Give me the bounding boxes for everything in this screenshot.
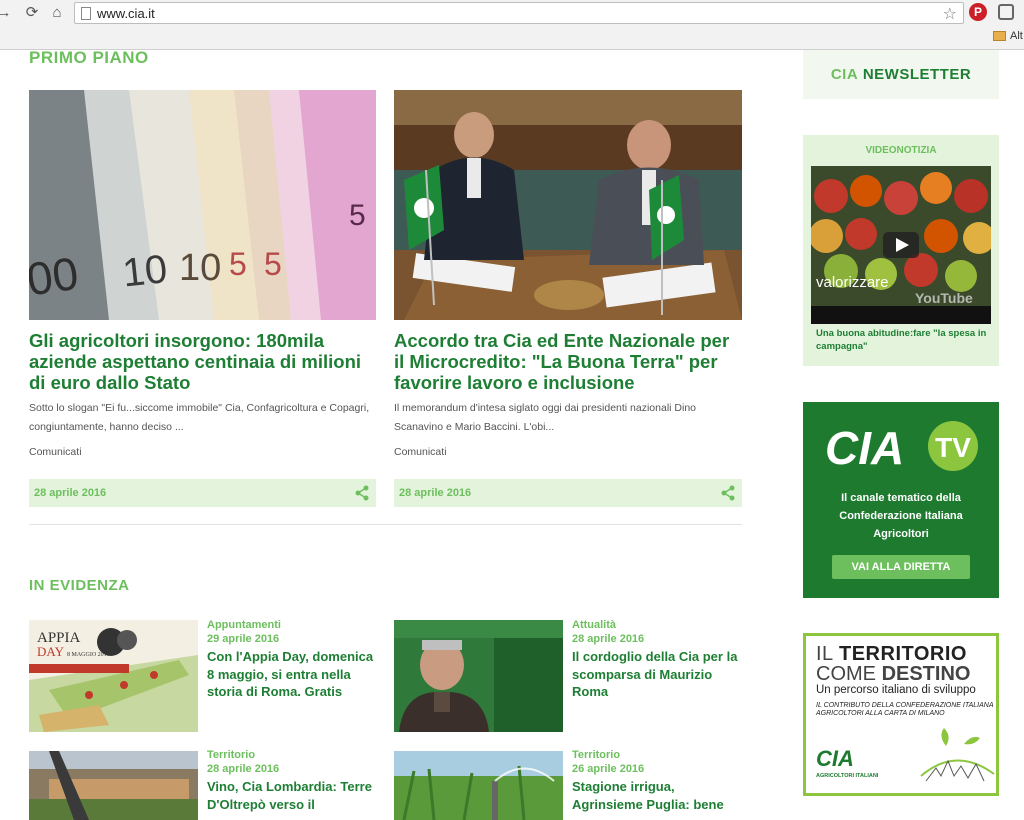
banner-line-2: COME DESTINO — [816, 664, 970, 684]
svg-text:10: 10 — [120, 247, 169, 295]
evidenza-category[interactable]: Appuntamenti — [207, 619, 281, 631]
share-icon[interactable] — [354, 485, 370, 501]
evidenza-date: 29 aprile 2016 — [207, 633, 280, 645]
reload-icon[interactable]: ⟳ — [22, 3, 42, 23]
banner-line-1: IL TERRITORIO — [816, 644, 967, 664]
cia-logo: CIA — [816, 746, 854, 771]
article-excerpt: Sotto lo slogan "Ei fu...siccome immobil… — [29, 402, 370, 433]
video-player[interactable]: valorizzare YouTube — [811, 166, 991, 324]
evidenza-title-appia-day[interactable]: Con l'Appia Day, domenica 8 maggio, si e… — [207, 648, 377, 701]
cia-tv-logo-text: CIA — [825, 422, 904, 474]
video-overlay-text: valorizzare — [816, 274, 889, 291]
svg-text:5: 5 — [229, 246, 247, 282]
article-excerpt: Il memorandum d'intesa siglato oggi dai … — [394, 402, 697, 433]
address-url: www.cia.it — [97, 6, 155, 21]
svg-text:5: 5 — [349, 199, 366, 232]
cia-tv-badge-text: TV — [935, 432, 971, 463]
address-bar[interactable]: www.cia.it ☆ — [74, 2, 964, 24]
cia-tv-description: Il canale tematico della Confederazione … — [839, 492, 963, 540]
newsletter-box[interactable]: CIA NEWSLETTER — [803, 50, 999, 99]
youtube-logo-text: YouTube — [915, 290, 973, 306]
evidenza-title-irrigua[interactable]: Stagione irrigua, Agrinsieme Puglia: ben… — [572, 778, 742, 813]
page-icon — [81, 7, 91, 20]
evidenza-category[interactable]: Territorio — [207, 749, 255, 761]
evidenza-date: 26 aprile 2016 — [572, 763, 645, 775]
section-divider — [29, 524, 742, 525]
pinterest-icon[interactable]: P — [969, 3, 987, 21]
evidenza-date: 28 aprile 2016 — [572, 633, 645, 645]
evidenza-category[interactable]: Attualità — [572, 619, 616, 631]
banner-subtitle: Un percorso italiano di sviluppo — [816, 684, 976, 696]
cia-tv-logo: CIA TV — [825, 421, 978, 474]
videonotizia-box: VIDEONOTIZIA valorizzare YouTube Una buo… — [803, 135, 999, 366]
evidenza-image-appia-day[interactable]: APPIA DAY 8 MAGGIO 2016 — [29, 620, 198, 732]
evidenza-image-oltrepo[interactable] — [29, 751, 198, 820]
appia-day-text-2: DAY — [37, 644, 65, 659]
milano-skyline-illustration — [920, 728, 995, 782]
cia-logo-sub: AGRICOLTORI ITALIANI — [816, 773, 879, 779]
video-caption[interactable]: Una buona abitudine:fare "la spesa in ca… — [816, 327, 991, 353]
article-image-banknotes[interactable]: 00 10 10 5 5 5 — [29, 90, 376, 320]
folder-icon — [993, 31, 1006, 41]
evidenza-title-oltrepo[interactable]: Vino, Cia Lombardia: Terre D'Oltrepò ver… — [207, 778, 377, 813]
newsletter-label: CIA NEWSLETTER — [831, 66, 971, 83]
article-date-bar: 28 aprile 2016 — [394, 479, 742, 507]
banner-line-2a: COME — [816, 663, 876, 685]
browser-chrome: → ⟳ ⌂ www.cia.it ☆ P Alt — [0, 0, 1024, 50]
vai-alla-diretta-button[interactable]: VAI ALLA DIRETTA — [832, 555, 970, 579]
videonotizia-label: VIDEONOTIZIA — [865, 145, 937, 156]
primo-piano-title: PRIMO PIANO — [29, 48, 149, 67]
article-date-bar: 28 aprile 2016 — [29, 479, 376, 507]
article-title-agricoltori[interactable]: Gli agricoltori insorgono: 180mila azien… — [29, 330, 379, 393]
territorio-destino-banner[interactable]: IL TERRITORIO COME DESTINO Un percorso i… — [803, 633, 999, 796]
evidenza-title-cordoglio[interactable]: Il cordoglio della Cia per la scomparsa … — [572, 648, 742, 701]
article-title-microcredito[interactable]: Accordo tra Cia ed Ente Nazionale per il… — [394, 330, 744, 393]
evidenza-image-irrigazione[interactable] — [394, 751, 563, 820]
extension-icon[interactable] — [998, 4, 1014, 20]
svg-text:5: 5 — [264, 246, 282, 282]
evidenza-category[interactable]: Territorio — [572, 749, 620, 761]
evidenza-image-maurizio-roma[interactable] — [394, 620, 563, 732]
article-category-link[interactable]: Comunicati — [394, 446, 447, 458]
banner-line-1a: IL — [816, 643, 833, 665]
in-evidenza-title: IN EVIDENZA — [29, 577, 130, 594]
article-category-link[interactable]: Comunicati — [29, 446, 82, 458]
bookmarks-bar: Alt — [0, 26, 1024, 48]
svg-text:10: 10 — [179, 247, 221, 289]
newsletter-prefix: CIA — [830, 66, 859, 83]
banner-line-2b: DESTINO — [881, 663, 971, 685]
newsletter-text: NEWSLETTER — [862, 66, 972, 83]
bookmark-folder-other[interactable]: Alt — [1010, 30, 1023, 42]
article-date: 28 aprile 2016 — [399, 487, 472, 499]
article-date: 28 aprile 2016 — [34, 487, 107, 499]
share-icon[interactable] — [720, 485, 736, 501]
forward-icon[interactable]: → — [0, 3, 14, 23]
bookmark-star-icon[interactable]: ☆ — [943, 4, 957, 24]
banner-contributo: IL CONTRIBUTO DELLA CONFEDERAZIONE ITALI… — [816, 702, 994, 717]
svg-text:00: 00 — [29, 247, 81, 306]
article-image-signing[interactable] — [394, 90, 742, 320]
cia-tv-box: CIA TV Il canale tematico della Confeder… — [803, 402, 999, 598]
evidenza-date: 28 aprile 2016 — [207, 763, 280, 775]
home-icon[interactable]: ⌂ — [47, 3, 67, 23]
banner-line-1b: TERRITORIO — [839, 643, 967, 665]
appia-day-text-3: 8 MAGGIO 2016 — [67, 652, 110, 658]
